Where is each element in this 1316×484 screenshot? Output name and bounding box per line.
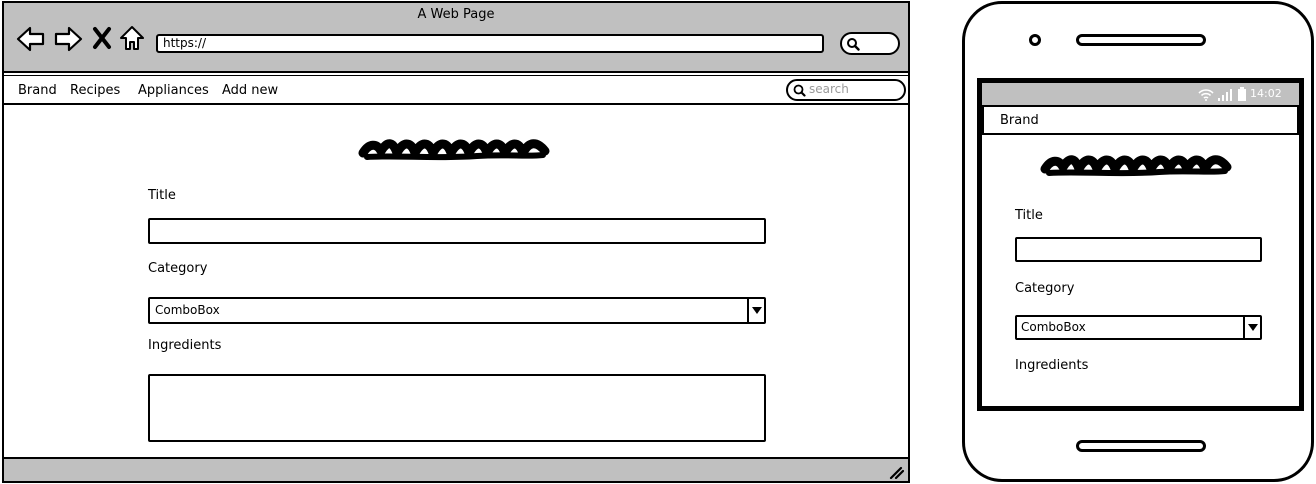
phone-screen: 14:02 Brand Title Category ComboBox Ingr… [977, 78, 1304, 411]
logo-scribble [357, 135, 553, 165]
menu-item-add-new[interactable]: Add new [222, 83, 278, 98]
chevron-down-icon [752, 307, 762, 314]
phone-title-label: Title [1015, 208, 1043, 223]
ingredients-textarea[interactable] [148, 374, 766, 442]
search-icon [793, 84, 806, 97]
phone-status-time: 14:02 [1250, 87, 1282, 100]
title-input[interactable] [148, 218, 766, 244]
back-arrow-icon[interactable] [16, 25, 46, 53]
resize-grip-icon[interactable] [888, 465, 904, 479]
phone-logo-scribble [1039, 151, 1235, 181]
chevron-down-icon [1248, 324, 1258, 331]
category-combobox-value: ComboBox [155, 303, 220, 317]
menu-bar: Brand Recipes Appliances Add new search [4, 75, 908, 105]
menu-item-recipes[interactable]: Recipes [70, 83, 120, 98]
window-title: A Web Page [417, 7, 495, 22]
home-icon[interactable] [118, 24, 146, 52]
browser-window: A Web Page https:// Brand Recipes Applia… [2, 1, 910, 483]
wifi-icon [1198, 88, 1214, 101]
battery-icon [1238, 87, 1246, 101]
phone-category-combobox[interactable]: ComboBox [1015, 315, 1262, 340]
phone-nav-bar: Brand [982, 105, 1299, 135]
phone-category-label: Category [1015, 281, 1075, 296]
phone-title-input[interactable] [1015, 237, 1262, 262]
menu-item-brand[interactable]: Brand [18, 83, 57, 98]
category-label: Category [148, 261, 208, 276]
phone-camera [1029, 34, 1041, 46]
search-placeholder: search [809, 82, 849, 96]
close-x-icon[interactable] [92, 26, 112, 50]
category-combobox[interactable]: ComboBox [148, 297, 766, 324]
phone-nav-brand[interactable]: Brand [1000, 113, 1039, 128]
url-text: https:// [163, 36, 207, 50]
phone-frame: 14:02 Brand Title Category ComboBox Ingr… [962, 1, 1314, 482]
menu-item-appliances[interactable]: Appliances [138, 83, 209, 98]
phone-category-combobox-value: ComboBox [1021, 320, 1086, 334]
phone-combobox-dropdown-button[interactable] [1243, 317, 1260, 338]
search-icon [846, 37, 860, 51]
url-bar[interactable]: https:// [156, 34, 824, 53]
phone-home-button[interactable] [1076, 440, 1206, 452]
combobox-dropdown-button[interactable] [747, 299, 764, 322]
phone-ingredients-label: Ingredients [1015, 358, 1089, 373]
menu-search-input[interactable]: search [786, 79, 906, 101]
browser-search-button[interactable] [840, 32, 900, 55]
signal-icon [1218, 88, 1232, 101]
browser-status-bar [4, 457, 908, 481]
phone-speaker [1076, 34, 1206, 46]
forward-arrow-icon[interactable] [53, 25, 83, 53]
title-label: Title [148, 188, 176, 203]
ingredients-label: Ingredients [148, 338, 222, 353]
phone-status-bar: 14:02 [982, 83, 1299, 105]
browser-chrome: A Web Page https:// [4, 3, 908, 73]
